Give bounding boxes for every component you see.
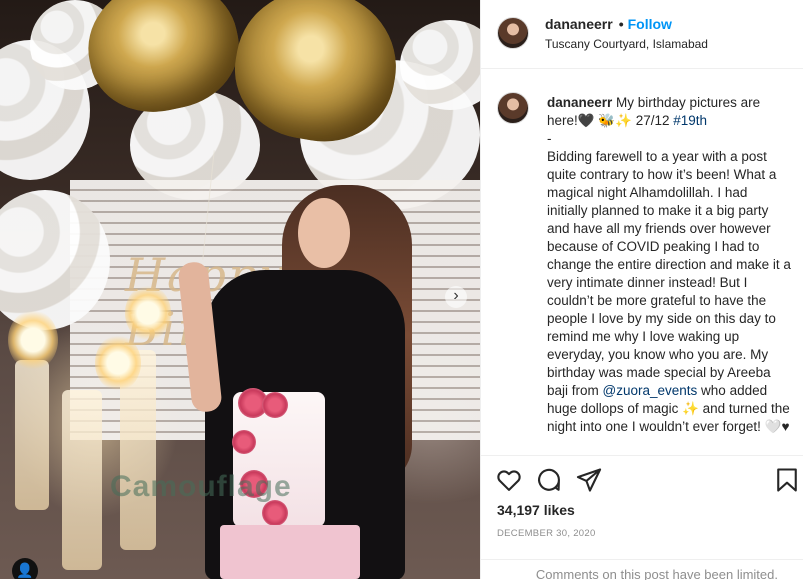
avatar[interactable] xyxy=(497,17,529,49)
caption-username[interactable]: dananeerr xyxy=(547,95,612,110)
post-caption: dananeerr My birthday pictures are here!… xyxy=(547,94,791,436)
post-actions: 34,197 likes DECEMBER 30, 2020 Comments … xyxy=(481,455,803,580)
cake-stand xyxy=(220,525,360,579)
candle-flame xyxy=(125,285,171,341)
candle-flame xyxy=(95,335,141,391)
person-face xyxy=(298,198,350,268)
caption-text: - Bidding farewell to a year with a post… xyxy=(547,131,791,398)
location-link[interactable]: Tuscany Courtyard, Islamabad xyxy=(545,37,708,51)
heart-icon[interactable] xyxy=(495,466,523,494)
username-link[interactable]: dananeerr xyxy=(545,16,613,32)
mention-link[interactable]: @zuora_events xyxy=(603,383,698,398)
header-user-line: dananeerr • Follow xyxy=(545,16,672,32)
post-side-panel: dananeerr • Follow Tuscany Courtyard, Isla… xyxy=(480,0,803,580)
comments-area[interactable]: dananeerr My birthday pictures are here!… xyxy=(481,70,803,455)
candle-flame xyxy=(8,310,58,370)
rose-decor xyxy=(232,430,256,454)
post-photo[interactable]: Happy Birthday Camouflage › 👤 xyxy=(0,0,480,579)
comments-limited-notice: Comments on this post have been limited. xyxy=(481,559,803,580)
candle xyxy=(15,360,49,510)
hashtag-link[interactable]: #19th xyxy=(673,113,707,128)
follow-button[interactable]: Follow xyxy=(628,16,672,32)
tag-person-icon[interactable]: 👤 xyxy=(12,558,38,579)
comment-icon[interactable] xyxy=(535,466,563,494)
photo-watermark: Camouflage xyxy=(110,470,292,503)
avatar[interactable] xyxy=(497,92,529,124)
share-icon[interactable] xyxy=(575,466,603,494)
bookmark-icon[interactable] xyxy=(773,466,801,494)
separator-dot: • xyxy=(618,16,624,32)
likes-count[interactable]: 34,197 likes xyxy=(497,502,575,518)
next-arrow-icon[interactable]: › xyxy=(445,286,467,308)
candle xyxy=(62,390,102,570)
post-date[interactable]: DECEMBER 30, 2020 xyxy=(497,528,596,539)
rose-decor xyxy=(262,392,288,418)
post-header: dananeerr • Follow Tuscany Courtyard, Isla… xyxy=(481,0,803,69)
